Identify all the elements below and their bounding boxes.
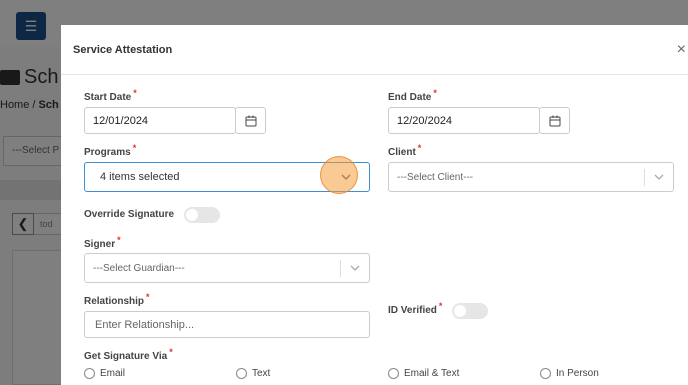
radio-in-person-label: In Person — [556, 368, 599, 379]
relationship-label-text: Relationship — [84, 296, 145, 307]
toggle-knob — [454, 305, 466, 317]
required-marker: * — [133, 87, 137, 98]
programs-label-text: Programs — [84, 147, 131, 158]
client-label: Client * — [388, 143, 421, 158]
required-marker: * — [438, 300, 443, 311]
client-select[interactable]: ---Select Client--- — [388, 162, 674, 192]
relationship-input[interactable]: Enter Relationship... — [84, 311, 370, 338]
radio-email-and-text-label: Email & Text — [404, 368, 460, 379]
required-marker: * — [433, 87, 437, 98]
start-date-input[interactable]: 12/01/2024 — [84, 107, 236, 134]
end-date-label-text: End Date — [388, 92, 432, 103]
override-signature-toggle[interactable] — [184, 207, 220, 223]
radio-circle[interactable] — [388, 368, 399, 379]
end-date-input[interactable]: 12/20/2024 — [388, 107, 540, 134]
click-highlight — [320, 156, 358, 194]
calendar-icon — [245, 115, 256, 126]
programs-value: 4 items selected — [100, 171, 180, 183]
end-date-label: End Date * — [388, 88, 437, 103]
radio-email-and-text[interactable]: Email & Text — [388, 368, 459, 379]
chevron-down-icon — [654, 174, 664, 180]
signer-select[interactable]: ---Select Guardian--- — [84, 253, 370, 283]
signer-label: Signer * — [84, 235, 121, 250]
start-date-label-text: Start Date — [84, 92, 132, 103]
service-attestation-modal: Service Attestation × Start Date * 12/01/… — [61, 25, 688, 385]
radio-email-label: Email — [100, 368, 126, 379]
required-marker: * — [132, 142, 137, 153]
programs-label: Programs * — [84, 143, 136, 158]
chevron-down-icon — [350, 265, 360, 271]
toggle-knob — [186, 209, 198, 221]
radio-circle[interactable] — [84, 368, 95, 379]
modal-title: Service Attestation — [73, 43, 173, 56]
end-date-calendar-button[interactable] — [539, 107, 570, 134]
signature-via-label: Get Signature Via * — [84, 347, 173, 362]
select-divider — [340, 260, 341, 277]
signature-via-label-text: Get Signature Via — [84, 351, 168, 362]
radio-circle[interactable] — [540, 368, 551, 379]
radio-email[interactable]: Email — [84, 368, 125, 379]
radio-text-label: Text — [252, 368, 271, 379]
close-icon[interactable]: × — [677, 41, 686, 59]
start-date-label: Start Date * — [84, 88, 137, 103]
relationship-label: Relationship * — [84, 292, 150, 307]
start-date-calendar-button[interactable] — [235, 107, 266, 134]
required-marker: * — [146, 291, 150, 302]
calendar-icon — [549, 115, 560, 126]
id-verified-label: ID Verified * — [388, 301, 442, 316]
signer-placeholder: ---Select Guardian--- — [93, 263, 185, 274]
radio-in-person[interactable]: In Person — [540, 368, 599, 379]
required-marker: * — [117, 234, 121, 245]
modal-header: Service Attestation — [61, 25, 688, 75]
signer-label-text: Signer — [84, 239, 116, 250]
required-marker: * — [169, 346, 173, 357]
radio-text[interactable]: Text — [236, 368, 270, 379]
select-divider — [644, 169, 645, 186]
required-marker: * — [417, 142, 422, 153]
client-label-text: Client — [388, 147, 416, 158]
id-verified-toggle[interactable] — [452, 303, 488, 319]
id-verified-label-text: ID Verified — [388, 305, 437, 316]
override-signature-label: Override Signature — [84, 209, 175, 220]
client-placeholder: ---Select Client--- — [397, 172, 474, 183]
radio-circle[interactable] — [236, 368, 247, 379]
